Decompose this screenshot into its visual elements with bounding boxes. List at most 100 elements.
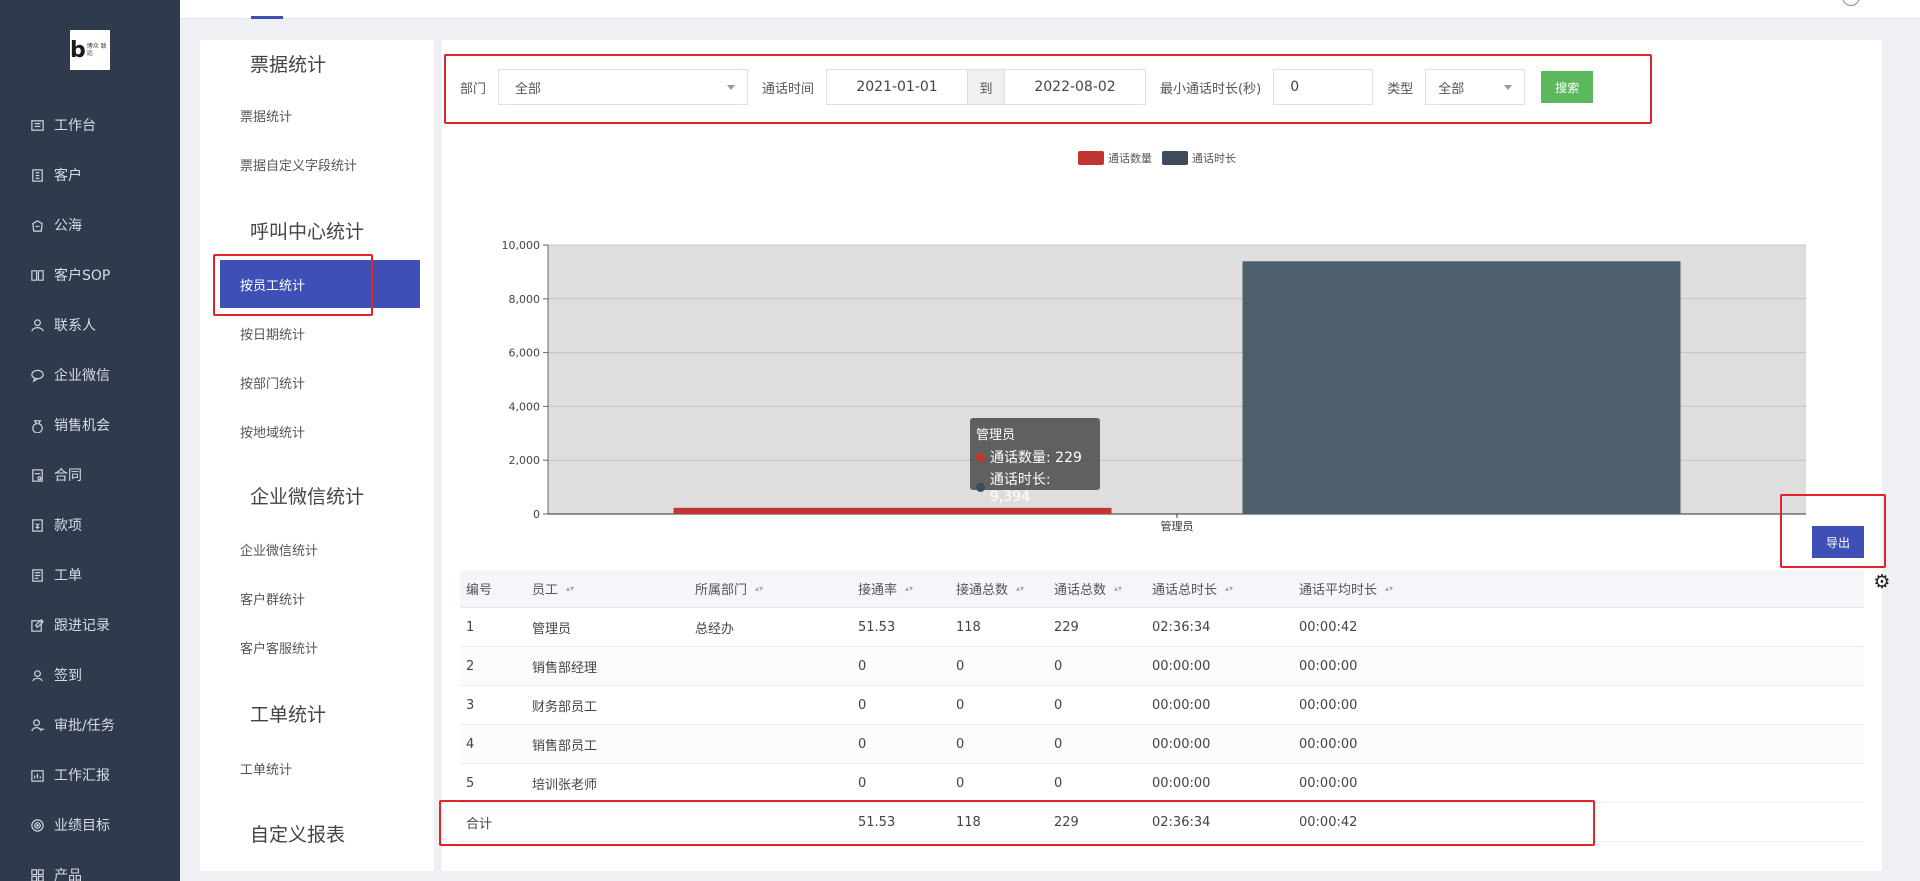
sidebar-item-label: 工作汇报 <box>54 768 110 784</box>
sidebar-item[interactable]: 客户 <box>0 150 180 200</box>
table-cell: 0 <box>858 736 867 752</box>
menu-link-ticket-custom-stats[interactable]: 票据自定义字段统计 <box>240 155 357 174</box>
chart-legend: 通话数量 通话时长 <box>1078 150 1246 166</box>
table-cell: 0 <box>956 775 965 791</box>
sort-icon[interactable]: ▴▾ <box>1114 584 1122 593</box>
legend-item-call-duration[interactable]: 通话时长 <box>1162 150 1236 166</box>
menu-link-by-dept[interactable]: 按部门统计 <box>240 373 305 392</box>
sort-icon[interactable]: ▴▾ <box>566 584 574 593</box>
sidebar-item[interactable]: 审批/任务 <box>0 700 180 750</box>
sidebar-item[interactable]: 企业微信 <box>0 350 180 400</box>
column-header[interactable]: 接通率 ▴▾ <box>858 570 913 607</box>
sidebar-item[interactable]: 销售机会 <box>0 400 180 450</box>
y-tick-label: 8,000 <box>509 293 541 306</box>
approval-icon <box>28 716 46 734</box>
table-cell: 0 <box>1054 736 1063 752</box>
table-cell: 00:00:00 <box>1152 658 1211 674</box>
sidebar-item[interactable]: 工单 <box>0 550 180 600</box>
help-icon[interactable] <box>1842 0 1860 6</box>
table-header: 编号 员工 ▴▾ 所属部门 ▴▾ 接通率 ▴▾ 接通总数 ▴▾ 通话总数 ▴▾ 通话总时长 ▴▾ 通话平均… <box>460 570 1864 608</box>
table-cell: 02:36:34 <box>1152 619 1211 635</box>
table-cell: 0 <box>1054 697 1063 713</box>
menu-link-service-stats[interactable]: 客户客服统计 <box>240 638 318 657</box>
sidebar-item[interactable]: 签到 <box>0 650 180 700</box>
sidebar-item[interactable]: 合同 <box>0 450 180 500</box>
sort-icon[interactable]: ▴▾ <box>1385 584 1393 593</box>
menu-link-wecom-stats[interactable]: 企业微信统计 <box>240 540 318 559</box>
sidebar-nav: 工作台 客户 公海客户SOP 联系人企业微信销售机会合同款项工单跟进记录签到 审批/任务… <box>0 100 180 881</box>
building-icon <box>28 166 46 184</box>
sidebar-item-label: 合同 <box>54 468 82 484</box>
annotation-box <box>1780 494 1886 568</box>
y-tick-label: 2,000 <box>509 454 541 467</box>
column-header[interactable]: 员工 ▴▾ <box>532 570 574 607</box>
sidebar-item-label: 款项 <box>54 518 82 534</box>
table-cell: 00:00:00 <box>1299 736 1358 752</box>
sort-icon[interactable]: ▴▾ <box>905 584 913 593</box>
sidebar-item-label: 业绩目标 <box>54 818 110 834</box>
table-cell: 00:00:00 <box>1152 736 1211 752</box>
annotation-box <box>444 54 1652 124</box>
legend-item-call-count[interactable]: 通话数量 <box>1078 150 1152 166</box>
annotation-box <box>439 800 1595 846</box>
column-header[interactable]: 通话总数 ▴▾ <box>1054 570 1122 607</box>
sidebar-item[interactable]: 客户SOP <box>0 250 180 300</box>
sidebar-item-label: 客户SOP <box>54 268 111 284</box>
edit-icon <box>28 616 46 634</box>
sidebar-item-label: 企业微信 <box>54 368 110 384</box>
table-cell: 销售部经理 <box>532 660 598 676</box>
table-cell: 财务部员工 <box>532 699 598 715</box>
sidebar-item-label: 销售机会 <box>54 418 110 434</box>
column-header[interactable]: 通话总时长 ▴▾ <box>1152 570 1233 607</box>
money-bag-icon <box>28 416 46 434</box>
sort-icon[interactable]: ▴▾ <box>755 584 763 593</box>
menu-group-title: 呼叫中心统计 <box>250 221 365 243</box>
top-bar <box>180 0 1920 19</box>
menu-link-group-stats[interactable]: 客户群统计 <box>240 589 305 608</box>
call-stats-chart: 0 2,000 4,000 6,000 8,000 10,000 管理员 <box>502 239 1806 533</box>
sort-icon[interactable]: ▴▾ <box>1016 584 1024 593</box>
sort-icon[interactable]: ▴▾ <box>1225 584 1233 593</box>
y-tick-label: 4,000 <box>509 400 541 413</box>
brand-logo[interactable]: b 博众 致远 <box>70 30 110 70</box>
sidebar-item-label: 跟进记录 <box>54 618 110 634</box>
table-cell: 51.53 <box>858 619 896 635</box>
bar-call-count <box>673 507 1112 514</box>
table-cell: 00:00:00 <box>1299 658 1358 674</box>
table-cell: 00:00:00 <box>1299 775 1358 791</box>
sidebar-item[interactable]: 业绩目标 <box>0 800 180 850</box>
menu-link-ticket-order-stats[interactable]: 工单统计 <box>240 759 292 778</box>
table-cell: 0 <box>858 658 867 674</box>
table-cell: 00:00:42 <box>1299 619 1358 635</box>
sidebar-item[interactable]: 联系人 <box>0 300 180 350</box>
chart-tooltip: 管理员 通话数量: 229 通话时长: 9,394 <box>970 418 1100 505</box>
menu-link-by-date[interactable]: 按日期统计 <box>240 324 305 343</box>
table-cell: 229 <box>1054 619 1079 635</box>
table-cell: 0 <box>1054 658 1063 674</box>
menu-link-by-region[interactable]: 按地域统计 <box>240 422 305 441</box>
column-header[interactable]: 通话平均时长 ▴▾ <box>1299 570 1393 607</box>
sidebar-item[interactable]: 公海 <box>0 200 180 250</box>
sidebar-item[interactable]: 工作汇报 <box>0 750 180 800</box>
table-cell: 销售部员工 <box>532 738 598 754</box>
sidebar-item[interactable]: 款项 <box>0 500 180 550</box>
gear-icon[interactable]: ⚙ <box>1873 571 1890 593</box>
table-row: 3 财务部员工 0 0 0 00:00:00 00:00:00 <box>460 686 1864 725</box>
menu-group-title: 企业微信统计 <box>250 486 365 508</box>
sidebar-item[interactable]: 产品 <box>0 850 180 881</box>
sidebar-item[interactable]: 跟进记录 <box>0 600 180 650</box>
menu-group-title: 票据统计 <box>250 54 327 76</box>
sop-icon <box>28 266 46 284</box>
menu-group-title: 工单统计 <box>250 704 327 726</box>
menu-link-ticket-stats[interactable]: 票据统计 <box>240 106 292 125</box>
column-header[interactable]: 所属部门 ▴▾ <box>695 570 763 607</box>
contract-icon <box>28 466 46 484</box>
table-cell: 0 <box>956 658 965 674</box>
ticket-icon <box>28 566 46 584</box>
table-row: 4 销售部员工 0 0 0 00:00:00 00:00:00 <box>460 725 1864 764</box>
active-tab-indicator <box>251 16 283 19</box>
column-header[interactable]: 接通总数 ▴▾ <box>956 570 1024 607</box>
sea-icon <box>28 216 46 234</box>
sidebar-item[interactable]: 工作台 <box>0 100 180 150</box>
table-row: 2 销售部经理 0 0 0 00:00:00 00:00:00 <box>460 647 1864 686</box>
